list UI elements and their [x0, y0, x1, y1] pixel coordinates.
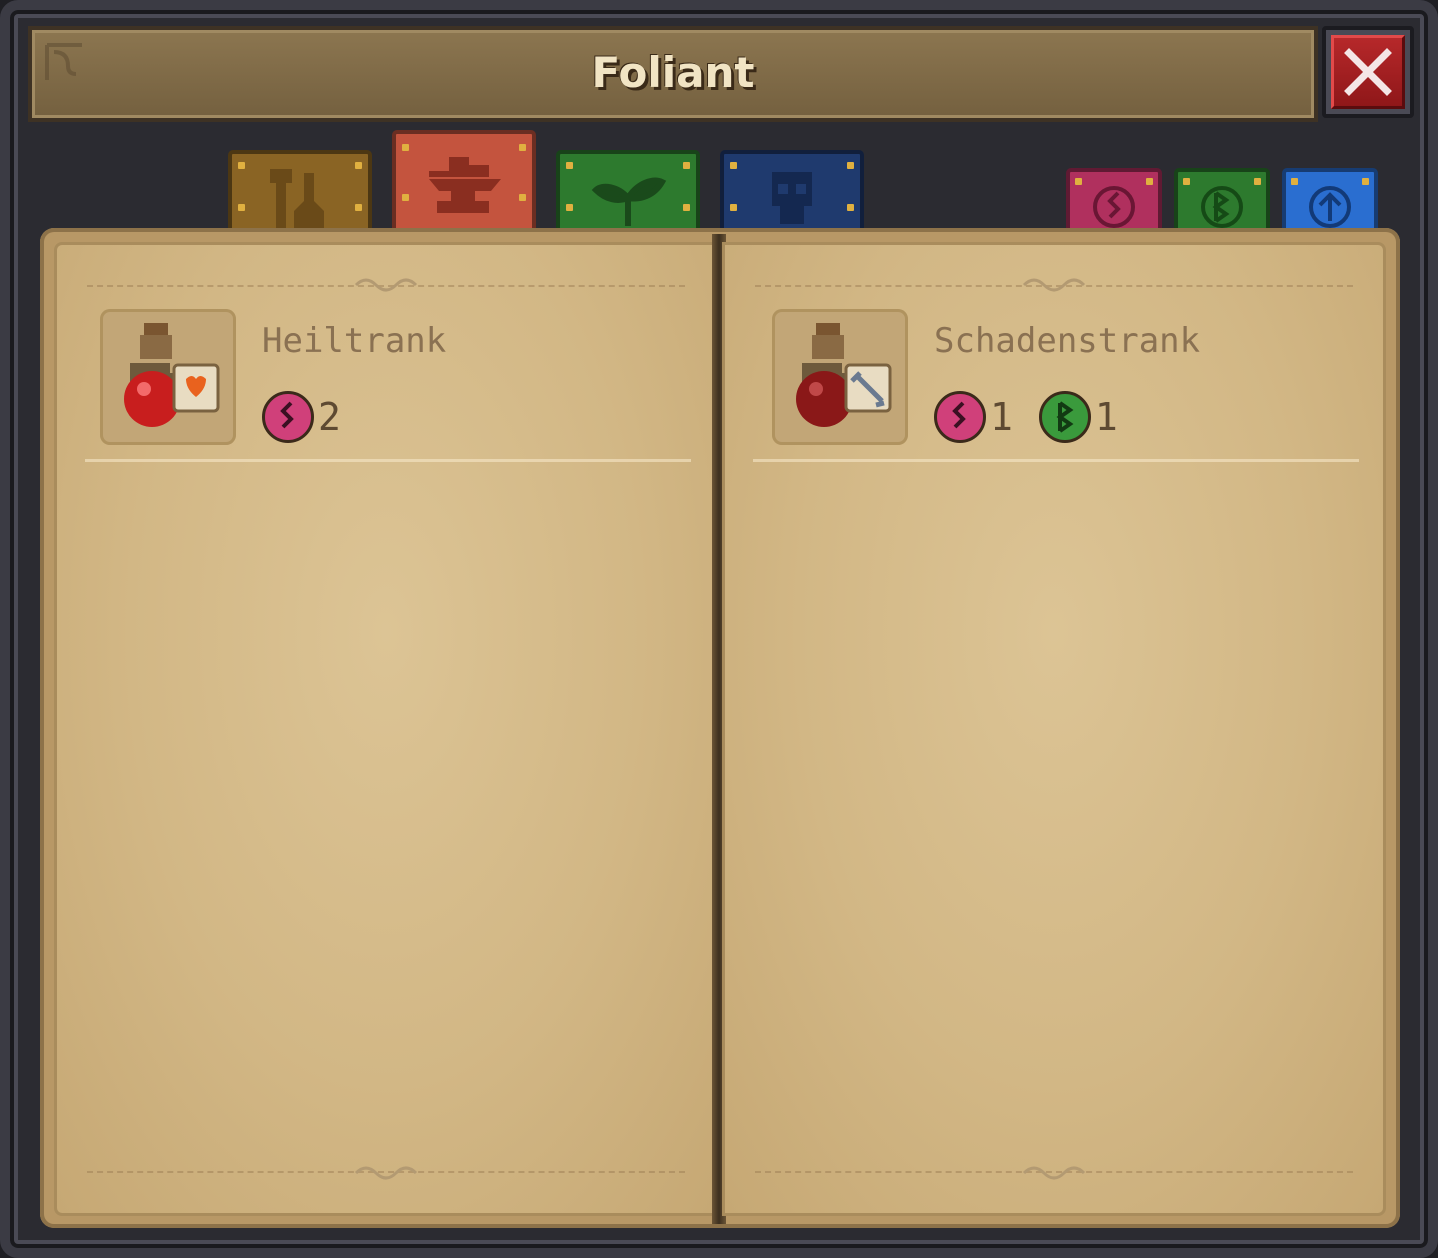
- divider: [85, 459, 691, 462]
- cost-amount: 2: [318, 395, 341, 439]
- rune-b-icon: [1201, 186, 1243, 228]
- left-page: Heiltrank 2: [54, 242, 718, 1216]
- recipe-cost: 2: [262, 391, 341, 443]
- close-icon: [1344, 48, 1392, 96]
- window-title: Foliant: [591, 48, 755, 97]
- close-button[interactable]: [1322, 26, 1414, 118]
- cost-amount: 1: [1094, 395, 1118, 439]
- skull-icon: [772, 172, 812, 224]
- recipe-icon-frame: [100, 309, 236, 445]
- recipe-name: Schadenstrank: [934, 321, 1201, 361]
- anvil-icon: [429, 157, 501, 213]
- damage-potion-icon: [796, 323, 892, 427]
- healing-potion-icon: [124, 323, 220, 427]
- tools-icon: [270, 169, 324, 229]
- cost-amount: 1: [990, 395, 1013, 439]
- title-bar: Foliant: [28, 26, 1318, 122]
- rune-zigzag-icon: [262, 391, 314, 443]
- recipe-icon-frame: [772, 309, 908, 445]
- recipe-cost: 1 1: [934, 391, 1118, 443]
- recipe-book: Heiltrank 2 Schadenstrank 1 1: [40, 228, 1400, 1228]
- tab-smithing[interactable]: [392, 130, 536, 242]
- herb-icon: [591, 177, 667, 226]
- rune-zigzag-icon: [1093, 186, 1135, 228]
- rune-zigzag-icon: [934, 391, 986, 443]
- right-page: Schadenstrank 1 1: [722, 242, 1386, 1216]
- recipe-name: Heiltrank: [262, 321, 447, 361]
- rune-b-icon: [1038, 391, 1091, 443]
- divider: [753, 459, 1359, 462]
- rune-arrow-icon: [1309, 186, 1351, 228]
